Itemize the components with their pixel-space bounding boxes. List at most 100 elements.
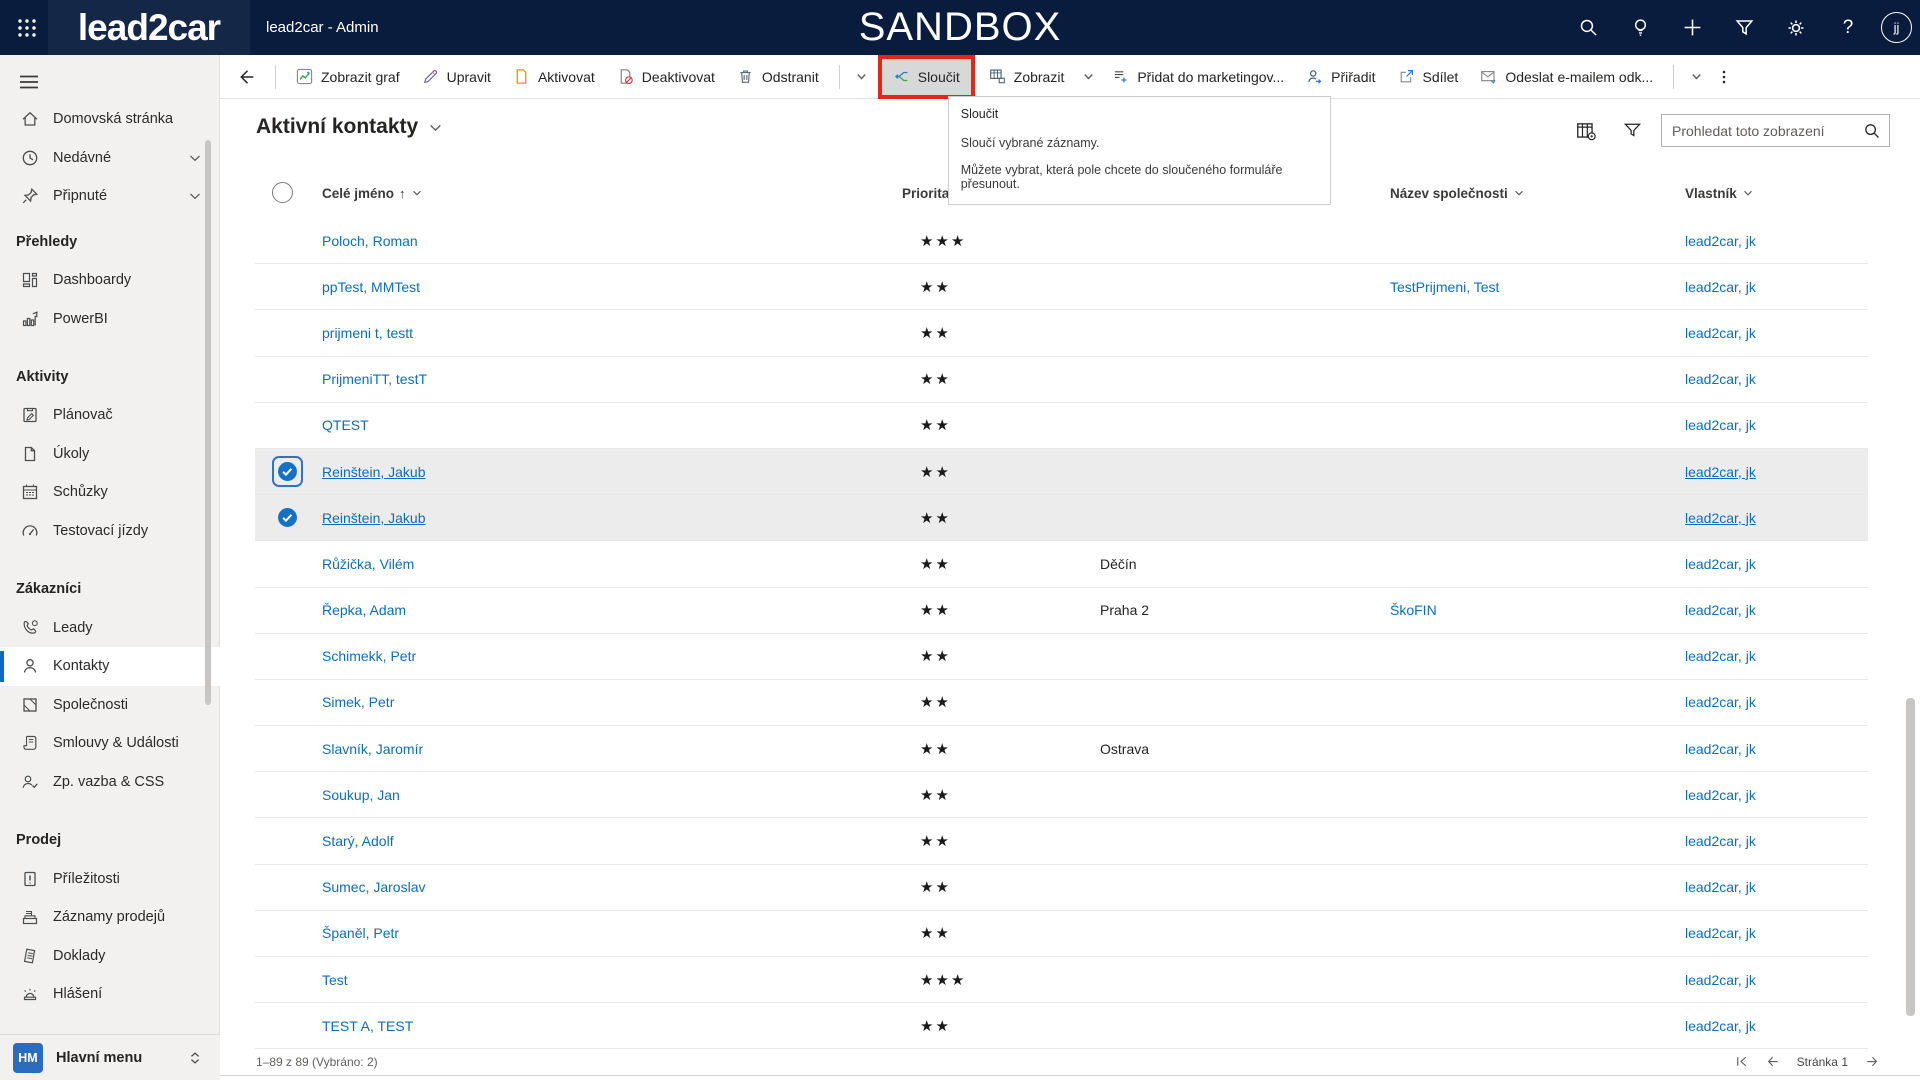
next-page-icon[interactable] [1862, 1053, 1880, 1071]
sidebar-item-p-ipnut[interactable]: Připnuté [0, 177, 220, 216]
view-selector[interactable]: Aktivní kontakty [256, 115, 443, 139]
contact-name-link[interactable]: Španěl, Petr [322, 911, 399, 956]
table-row[interactable]: ppTest, MMTest ★★ TestPrijmeni, Test lead2c… [255, 264, 1868, 311]
view-button[interactable]: Zobrazit [978, 59, 1076, 95]
sidebar-item-sch-zky[interactable]: Schůzky [0, 473, 220, 512]
contact-name-link[interactable]: Růžička, Vilém [322, 541, 414, 586]
owner-link[interactable]: lead2car, jk [1685, 772, 1756, 817]
row-checkbox-cell[interactable] [264, 264, 310, 309]
row-checkbox-cell[interactable] [264, 865, 310, 910]
row-checkbox-cell[interactable] [264, 818, 310, 863]
more-chevron-icon[interactable] [1683, 59, 1709, 95]
vertical-scrollbar[interactable] [1906, 698, 1915, 1016]
owner-link[interactable]: lead2car, jk [1685, 865, 1756, 910]
sidebar-item-smlouvy-ud-losti[interactable]: Smlouvy & Události [0, 724, 220, 763]
search-icon[interactable] [1569, 9, 1607, 47]
contact-name-link[interactable]: ppTest, MMTest [322, 264, 420, 309]
owner-link[interactable]: lead2car, jk [1685, 911, 1756, 956]
contact-name-link[interactable]: PrijmeniTT, testT [322, 357, 427, 402]
row-checkbox-cell[interactable] [264, 403, 310, 448]
chevron-down-icon[interactable] [1513, 187, 1525, 199]
email-link-button[interactable]: Odeslat e-mailem odk... [1469, 59, 1664, 95]
waffle-menu-icon[interactable] [10, 11, 44, 45]
row-checkbox-cell[interactable] [264, 957, 310, 1002]
assign-button[interactable]: Přiřadit [1295, 59, 1386, 95]
row-checkbox-cell[interactable] [264, 588, 310, 633]
sidebar-item-testovac-j-zdy[interactable]: Testovací jízdy [0, 512, 220, 551]
table-row[interactable]: prijmeni t, testt ★★ lead2car, jk [255, 310, 1868, 357]
chevron-down-icon[interactable] [188, 189, 202, 203]
table-row[interactable]: Růžička, Vilém ★★ Děčín lead2car, jk [255, 541, 1868, 588]
chevron-down-icon[interactable] [849, 59, 875, 95]
row-checkbox-checked[interactable] [277, 507, 298, 528]
sidebar-item-zp-vazba-css[interactable]: Zp. vazba & CSS [0, 763, 220, 802]
search-icon[interactable] [1863, 122, 1881, 140]
contact-name-link[interactable]: Test [322, 957, 348, 1002]
owner-link[interactable]: lead2car, jk [1685, 1003, 1756, 1048]
owner-link[interactable]: lead2car, jk [1685, 680, 1756, 725]
table-row[interactable]: Sumec, Jaroslav ★★ lead2car, jk [255, 864, 1868, 911]
contact-name-link[interactable]: QTEST [322, 403, 369, 448]
row-checkbox-cell[interactable] [264, 310, 310, 355]
table-row[interactable]: PrijmeniTT, testT ★★ lead2car, jk [255, 356, 1868, 403]
owner-link[interactable]: lead2car, jk [1685, 495, 1756, 540]
column-header-company[interactable]: Název společnosti [1390, 168, 1525, 218]
contact-name-link[interactable]: Poloch, Roman [322, 218, 418, 263]
row-checkbox-cell[interactable] [264, 634, 310, 679]
contact-name-link[interactable]: Reinštein, Jakub [322, 495, 426, 540]
merge-button[interactable]: Sloučit [881, 58, 971, 95]
help-icon[interactable]: ? [1829, 9, 1867, 47]
view-search-input[interactable] [1672, 122, 1863, 139]
table-row[interactable]: QTEST ★★ lead2car, jk [255, 402, 1868, 449]
chevron-down-icon[interactable] [188, 151, 202, 165]
owner-link[interactable]: lead2car, jk [1685, 541, 1756, 586]
sidebar-item-hl-en[interactable]: Hlášení [0, 975, 220, 1014]
overflow-menu-icon[interactable] [1709, 59, 1739, 95]
chevron-down-icon[interactable] [411, 187, 423, 199]
row-checkbox-cell[interactable] [264, 218, 310, 263]
sidebar-item-z-znamy-prodej[interactable]: Záznamy prodejů [0, 898, 220, 937]
table-row[interactable]: Poloch, Roman ★★★ lead2car, jk [255, 218, 1868, 265]
sidebar-item-dashboardy[interactable]: Dashboardy [0, 261, 220, 300]
edit-button[interactable]: Upravit [411, 59, 502, 95]
owner-link[interactable]: lead2car, jk [1685, 818, 1756, 863]
owner-link[interactable]: lead2car, jk [1685, 726, 1756, 771]
sidebar-item-spole-nosti[interactable]: Společnosti [0, 686, 220, 725]
sidebar-item-p-le-itosti[interactable]: Příležitosti [0, 859, 220, 898]
company-link[interactable]: ŠkoFIN [1390, 588, 1437, 633]
view-chevron-icon[interactable] [1075, 59, 1101, 95]
contact-name-link[interactable]: Slavník, Jaromír [322, 726, 423, 771]
edit-columns-icon[interactable] [1569, 114, 1603, 147]
owner-link[interactable]: lead2car, jk [1685, 449, 1756, 494]
avatar[interactable]: jj [1881, 12, 1912, 43]
sidebar-item-domovsk-str-nka[interactable]: Domovská stránka [0, 100, 220, 139]
row-checkbox-cell[interactable] [264, 541, 310, 586]
owner-link[interactable]: lead2car, jk [1685, 957, 1756, 1002]
contact-name-link[interactable]: Starý, Adolf [322, 818, 394, 863]
owner-link[interactable]: lead2car, jk [1685, 218, 1756, 263]
share-button[interactable]: Sdílet [1387, 59, 1470, 95]
row-checkbox-cell[interactable] [264, 772, 310, 817]
table-row[interactable]: Reinštein, Jakub ★★ lead2car, jk [255, 448, 1868, 496]
app-logo[interactable]: lead2car [48, 0, 250, 55]
table-row[interactable]: Španěl, Petr ★★ lead2car, jk [255, 910, 1868, 957]
delete-button[interactable]: Odstranit [726, 59, 830, 95]
table-row[interactable]: Slavník, Jaromír ★★ Ostrava lead2car, jk [255, 726, 1868, 773]
contact-name-link[interactable]: Simek, Petr [322, 680, 394, 725]
hamburger-menu-icon[interactable] [12, 65, 46, 99]
first-page-icon[interactable] [1733, 1053, 1751, 1071]
sidebar-item-powerbi[interactable]: PowerBI [0, 299, 220, 338]
deactivate-button[interactable]: Deaktivovat [606, 59, 726, 95]
back-button[interactable] [228, 59, 266, 95]
plus-icon[interactable] [1673, 9, 1711, 47]
row-checkbox-cell[interactable] [264, 726, 310, 771]
gear-icon[interactable] [1777, 9, 1815, 47]
filter-icon[interactable] [1725, 9, 1763, 47]
row-checkbox-cell[interactable] [264, 911, 310, 956]
lightbulb-icon[interactable] [1621, 9, 1659, 47]
table-row[interactable]: Simek, Petr ★★ lead2car, jk [255, 679, 1868, 727]
sidebar-footer[interactable]: HM Hlavní menu [0, 1034, 220, 1080]
prev-page-icon[interactable] [1765, 1053, 1783, 1071]
contact-name-link[interactable]: Soukup, Jan [322, 772, 400, 817]
company-link[interactable]: TestPrijmeni, Test [1390, 264, 1499, 309]
